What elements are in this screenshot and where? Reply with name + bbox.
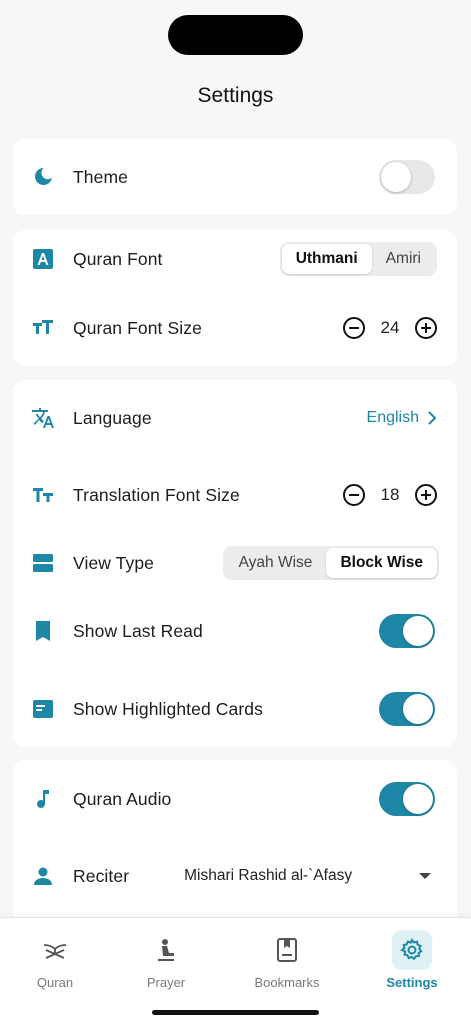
person-icon [31,864,55,888]
toggle-knob [403,784,433,814]
language-current: English [366,409,419,426]
increase-button[interactable] [415,484,437,506]
view-agenda-icon [31,551,55,575]
quran-font-card: Quran Font Uthmani Amiri Quran Font Size… [13,230,457,366]
quran-font-size-label: Quran Font Size [73,317,202,338]
quran-stand-icon [35,930,75,970]
audio-card: Quran Audio Reciter Mishari Rashid al-`A… [13,760,457,930]
quran-audio-row: Quran Audio [13,771,457,827]
view-type-row: View Type Ayah Wise Block Wise [13,535,457,591]
text-size-icon [31,316,55,340]
music-note-icon [31,787,55,811]
translation-font-size-row: Translation Font Size 18 [13,467,457,523]
translate-icon [31,406,55,430]
tab-label: Bookmarks [254,975,320,990]
decrease-button[interactable] [343,484,365,506]
decrease-button[interactable] [343,317,365,339]
translation-card: Language English Translation Font Size 1… [13,380,457,747]
view-option-ayah-wise[interactable]: Ayah Wise [225,548,327,578]
font-option-amiri[interactable]: Amiri [372,244,435,274]
font-option-uthmani[interactable]: Uthmani [281,244,372,274]
dynamic-island [168,15,303,55]
highlighted-cards-label: Show Highlighted Cards [73,698,263,719]
quran-audio-toggle[interactable] [379,782,435,816]
last-read-row: Show Last Read [13,603,457,659]
appearance-card: Theme [13,139,457,215]
translation-font-size-value: 18 [380,485,400,504]
theme-row: Theme [13,149,457,205]
highlighted-cards-toggle[interactable] [379,692,435,726]
tab-label: Settings [386,975,438,990]
page-title: Settings [197,84,274,107]
dropdown-caret-icon[interactable] [419,873,431,879]
quran-audio-label: Quran Audio [73,788,172,809]
theme-label: Theme [73,166,128,187]
quran-font-size-row: Quran Font Size 24 [13,300,457,356]
tab-quran[interactable]: Quran [5,918,105,998]
quran-font-size-value: 24 [380,318,400,337]
reciter-row[interactable]: Reciter Mishari Rashid al-`Afasy [13,848,457,904]
toggle-knob [403,616,433,646]
bookmark-icon [31,619,55,643]
tab-label: Prayer [146,975,186,990]
tab-prayer[interactable]: Prayer [116,918,216,998]
bookmark-book-icon [267,930,307,970]
language-value[interactable]: English [367,409,437,427]
translation-font-size-label: Translation Font Size [73,484,240,505]
gear-icon [392,930,432,970]
language-row[interactable]: Language English [13,390,457,446]
chevron-right-icon [428,411,437,425]
increase-button[interactable] [415,317,437,339]
font-a-icon [31,247,55,271]
view-type-label: View Type [73,552,155,573]
moon-icon [31,165,55,189]
text-size-icon [31,483,55,507]
quran-font-row: Quran Font Uthmani Amiri [13,231,457,287]
language-label: Language [73,407,152,428]
toggle-knob [403,694,433,724]
quran-font-size-stepper: 24 [343,317,437,339]
translation-font-size-stepper: 18 [343,484,437,506]
highlighted-cards-row: Show Highlighted Cards [13,681,457,737]
view-option-block-wise[interactable]: Block Wise [326,548,437,578]
theme-toggle[interactable] [379,160,435,194]
bottom-tab-bar: Quran Prayer Bookmarks Settings [0,917,471,1024]
quran-font-segmented: Uthmani Amiri [279,242,437,276]
prayer-person-icon [146,930,186,970]
reciter-select[interactable]: Mishari Rashid al-`Afasy [184,867,419,885]
tab-settings[interactable]: Settings [362,918,462,998]
reciter-label: Reciter [73,865,130,886]
card-icon [31,697,55,721]
home-indicator [152,1010,319,1015]
last-read-toggle[interactable] [379,614,435,648]
last-read-label: Show Last Read [73,620,203,641]
tab-label: Quran [36,975,74,990]
view-type-segmented: Ayah Wise Block Wise [222,546,439,580]
toggle-knob [381,162,411,192]
tab-bookmarks[interactable]: Bookmarks [237,918,337,998]
quran-font-label: Quran Font [73,248,163,269]
